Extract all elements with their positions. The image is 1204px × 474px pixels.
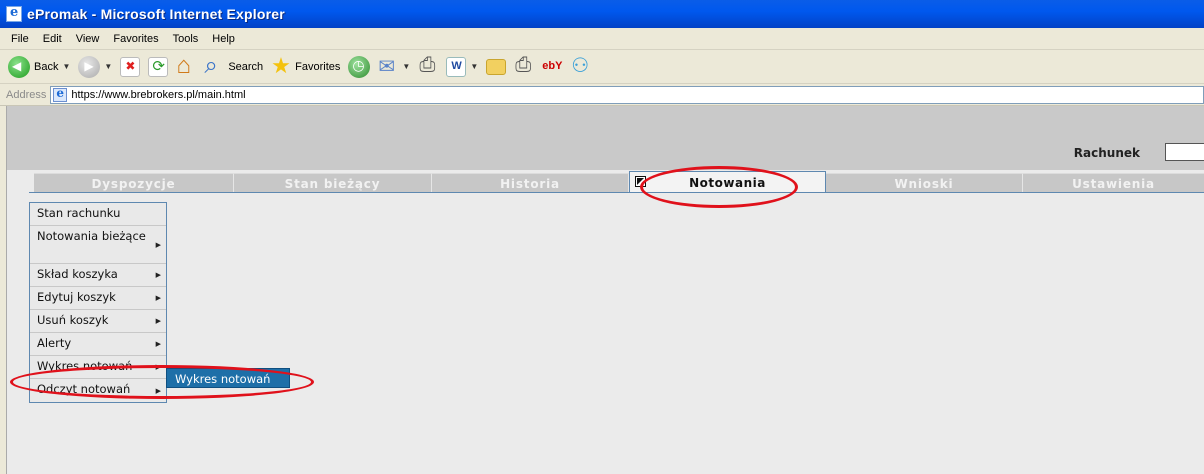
history-icon <box>348 55 371 78</box>
submenu-arrow-icon: ▶ <box>155 294 161 302</box>
submenu-item-usun-koszyk[interactable]: Usuń koszyk ▶ <box>30 310 166 333</box>
submenu-arrow-icon: ▶ <box>155 240 161 249</box>
messenger-icon <box>570 53 590 78</box>
favorites-label: Favorites <box>295 60 341 73</box>
forward-button[interactable]: ▼ <box>78 55 112 78</box>
folder-icon <box>486 58 507 75</box>
submenu-arrow-icon: ▶ <box>155 317 161 325</box>
forward-arrow-icon <box>78 55 101 78</box>
submenu-arrow-icon: ▶ <box>155 340 161 348</box>
page-icon <box>53 86 68 102</box>
star-icon <box>271 53 291 79</box>
submenu-arrow-icon: ▶ <box>155 363 161 371</box>
tab-historia[interactable]: Historia <box>432 173 629 193</box>
tab-notowania[interactable]: Notowania <box>629 171 826 193</box>
stop-button[interactable] <box>120 56 141 77</box>
menu-file[interactable]: File <box>4 33 36 45</box>
browser-toolbar: Back ▼ ▼ Search Favorites ▼ ▼ <box>0 50 1204 84</box>
research-button[interactable] <box>514 54 534 77</box>
discuss-button[interactable] <box>486 58 507 75</box>
submenu-arrow-icon: ▶ <box>155 271 161 279</box>
mail-dropdown-icon[interactable]: ▼ <box>402 62 410 71</box>
submenu-item-edytuj-koszyk[interactable]: Edytuj koszyk ▶ <box>30 287 166 310</box>
account-select[interactable] <box>1165 143 1204 161</box>
submenu-item-alerty[interactable]: Alerty ▶ <box>30 333 166 356</box>
submenu-item-label: Skład koszyka <box>37 267 118 281</box>
menu-favorites[interactable]: Favorites <box>106 33 165 45</box>
menu-edit[interactable]: Edit <box>36 33 69 45</box>
back-button[interactable]: Back ▼ <box>8 55 70 78</box>
address-input[interactable]: https://www.brebrokers.pl/main.html <box>50 85 1204 104</box>
collapse-corner-icon[interactable] <box>635 176 646 187</box>
menu-bar: File Edit View Favorites Tools Help <box>0 28 1204 50</box>
submenu-item-label: Notowania bieżące <box>37 229 146 243</box>
back-dropdown-icon[interactable]: ▼ <box>62 62 70 71</box>
tab-stan-biezacy[interactable]: Stan bieżący <box>234 173 432 193</box>
submenu-item-label: Odczyt notowań <box>37 382 131 396</box>
ie-app-icon <box>6 5 22 22</box>
forward-dropdown-icon[interactable]: ▼ <box>104 62 112 71</box>
submenu-item-label: Edytuj koszyk <box>37 290 116 304</box>
submenu-item-wykres-notowan[interactable]: Wykres notowań ▶ <box>30 356 166 379</box>
tab-notowania-label: Notowania <box>689 175 766 190</box>
favorites-button[interactable]: Favorites <box>271 53 341 79</box>
address-url: https://www.brebrokers.pl/main.html <box>71 88 246 101</box>
mail-button[interactable]: ▼ <box>378 54 410 79</box>
window-title: ePromak - Microsoft Internet Explorer <box>27 6 285 22</box>
tab-ustawienia[interactable]: Ustawienia <box>1023 173 1204 193</box>
print-button[interactable] <box>418 54 438 77</box>
ebay-button[interactable] <box>542 57 562 77</box>
word-edit-icon <box>446 56 467 77</box>
address-bar: Address https://www.brebrokers.pl/main.h… <box>0 84 1204 106</box>
search-label: Search <box>228 60 264 73</box>
submenu-item-sklad-koszyka[interactable]: Skład koszyka ▶ <box>30 264 166 287</box>
back-label: Back <box>34 60 59 73</box>
home-icon <box>176 52 196 80</box>
history-button[interactable] <box>348 55 371 78</box>
tab-wnioski[interactable]: Wnioski <box>826 173 1023 193</box>
messenger-button[interactable] <box>570 53 590 78</box>
search-icon <box>204 52 224 80</box>
printer-icon <box>418 54 438 77</box>
menu-help[interactable]: Help <box>205 33 242 45</box>
mail-icon <box>378 54 398 79</box>
submenu-item-odczyt-notowan[interactable]: Odczyt notowań ▶ <box>30 379 166 402</box>
ebay-icon <box>542 57 562 77</box>
address-label: Address <box>6 88 47 101</box>
submenu-arrow-icon: ▶ <box>155 386 161 395</box>
search-button[interactable]: Search <box>204 52 264 80</box>
page-content: Rachunek Dyspozycje Stan bieżący Histori… <box>6 106 1204 474</box>
edit-button[interactable]: ▼ <box>446 56 478 77</box>
refresh-icon <box>148 56 169 77</box>
submenu-item-notowania-biezace[interactable]: Notowania bieżące ▶ <box>30 226 166 264</box>
tab-content-border <box>29 192 1204 193</box>
tab-dyspozycje[interactable]: Dyspozycje <box>34 173 234 193</box>
submenu-item-label: Alerty <box>37 336 72 350</box>
menu-tools[interactable]: Tools <box>166 33 206 45</box>
account-label: Rachunek <box>1073 146 1140 160</box>
research-icon <box>514 54 534 77</box>
menu-view[interactable]: View <box>69 33 107 45</box>
refresh-button[interactable] <box>148 56 169 77</box>
back-arrow-icon <box>8 55 30 78</box>
home-button[interactable] <box>176 52 196 80</box>
main-tabs: Dyspozycje Stan bieżący Historia Notowan… <box>34 171 1204 193</box>
notowania-submenu: Stan rachunku Notowania bieżące ▶ Skład … <box>29 202 167 403</box>
submenu-item-label: Stan rachunku <box>37 206 121 220</box>
submenu-item-label: Usuń koszyk <box>37 313 109 327</box>
submenu-item-stan-rachunku[interactable]: Stan rachunku <box>30 203 166 226</box>
stop-icon <box>120 56 141 77</box>
page-header: Rachunek <box>7 106 1204 170</box>
submenu-item-label: Wykres notowań <box>37 359 133 373</box>
window-title-bar: ePromak - Microsoft Internet Explorer <box>0 0 1204 28</box>
edit-dropdown-icon[interactable]: ▼ <box>470 62 478 71</box>
flyout-item-wykres-notowan[interactable]: Wykres notowań <box>166 368 290 388</box>
